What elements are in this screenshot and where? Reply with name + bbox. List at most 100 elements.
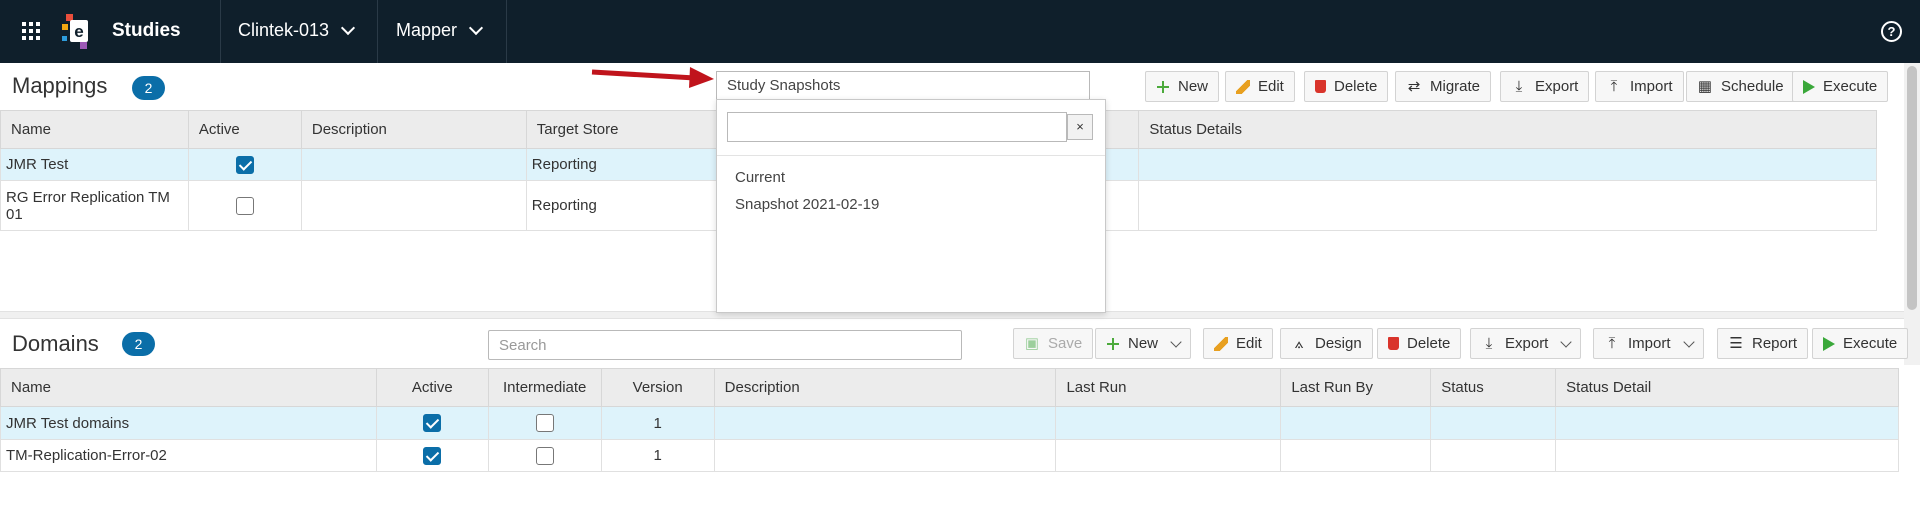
domain-status (1430, 439, 1557, 472)
chevron-down-icon (340, 20, 356, 35)
mapping-description (300, 148, 527, 181)
column-header[interactable]: Description (300, 110, 527, 149)
column-header[interactable]: Description (713, 368, 1057, 407)
app-logo: e (62, 14, 88, 49)
upload-icon: ⤒ (1608, 334, 1616, 352)
domains-export-button[interactable]: ⤓ Export (1470, 328, 1582, 359)
button-label: Edit (1258, 78, 1284, 95)
mappings-migrate-button[interactable]: ⇄ Migrate (1395, 71, 1492, 102)
mappings-delete-button[interactable]: Delete (1304, 71, 1389, 102)
swap-icon: ⇄ (1407, 77, 1421, 95)
chevron-down-icon (468, 20, 484, 35)
button-label: Migrate (1430, 78, 1481, 95)
play-icon (1823, 336, 1835, 351)
help-icon[interactable]: ? (1881, 21, 1902, 42)
snapshot-search-input[interactable] (727, 112, 1067, 142)
nav-divider (377, 0, 378, 63)
column-header[interactable]: Name (0, 368, 377, 407)
domain-last-run (1055, 406, 1282, 440)
domain-version-link[interactable]: 1 (600, 439, 715, 472)
mapping-name: RG Error Replication TM 01 (0, 180, 189, 231)
domains-design-button[interactable]: ⟑ Design (1280, 328, 1373, 359)
mappings-export-button[interactable]: ⤓ Export (1500, 71, 1590, 102)
domain-name: TM-Replication-Error-02 (0, 439, 377, 472)
column-header[interactable]: Intermediate (487, 368, 602, 407)
mappings-execute-button[interactable]: Execute (1792, 71, 1889, 102)
domains-new-button[interactable]: New (1095, 328, 1192, 359)
compass-icon: ⟑ (1294, 334, 1304, 352)
column-header[interactable]: Last Run (1055, 368, 1282, 407)
column-header[interactable]: Last Run By (1280, 368, 1432, 407)
snapshot-option-current[interactable]: Current (735, 169, 785, 186)
column-header[interactable]: Name (0, 110, 189, 149)
button-label: Delete (1334, 78, 1378, 95)
button-label: Execute (1823, 78, 1878, 95)
pencil-icon (1214, 336, 1228, 351)
study-dropdown-label: Clintek-013 (238, 20, 330, 40)
nav-divider (506, 0, 507, 63)
domains-delete-button[interactable]: Delete (1377, 328, 1462, 359)
snapshot-dropdown-popup: × Current Snapshot 2021-02-19 (716, 99, 1106, 313)
column-header[interactable]: Active (187, 110, 302, 149)
column-header[interactable]: Active (375, 368, 489, 407)
active-checkbox[interactable] (235, 196, 254, 215)
domain-status-detail (1555, 439, 1899, 472)
study-snapshots-select[interactable]: Study Snapshots (716, 71, 1090, 101)
column-header[interactable]: Status Details (1138, 110, 1877, 149)
trash-icon (1315, 80, 1326, 93)
button-label: Schedule (1721, 78, 1784, 95)
mappings-import-button[interactable]: ⤒ Import (1595, 71, 1684, 102)
domain-description (713, 439, 1057, 472)
scrollbar-thumb[interactable] (1907, 66, 1917, 310)
button-label: Save (1048, 335, 1083, 352)
intermediate-checkbox[interactable] (535, 446, 554, 465)
domains-search-input[interactable] (488, 330, 962, 360)
column-header[interactable]: Version (600, 368, 715, 407)
chevron-down-icon (1560, 335, 1573, 348)
chevron-down-icon (1682, 335, 1695, 348)
mappings-schedule-button[interactable]: ▦ Schedule (1686, 71, 1795, 102)
top-navigation-bar: e Studies Clintek-013 Mapper ? (0, 0, 1920, 63)
column-header[interactable]: Status (1430, 368, 1557, 407)
button-label: Execute (1843, 335, 1898, 352)
mapping-status-details (1138, 180, 1877, 231)
mapping-description (300, 180, 527, 231)
domains-execute-button[interactable]: Execute (1812, 328, 1909, 359)
active-checkbox[interactable] (423, 414, 442, 433)
list-icon: ☰ (1729, 334, 1743, 352)
mappings-count-badge: 2 (132, 76, 165, 100)
mappings-new-button[interactable]: New (1145, 71, 1220, 102)
snapshot-option-2021-02-19[interactable]: Snapshot 2021-02-19 (735, 196, 879, 213)
domain-description (713, 406, 1057, 440)
module-dropdown[interactable]: Mapper (396, 20, 484, 41)
popup-divider (717, 155, 1105, 156)
plus-icon (1106, 337, 1120, 351)
domain-status-detail (1555, 406, 1899, 440)
intermediate-checkbox[interactable] (535, 414, 554, 433)
domains-table: Name Active Intermediate Version Descrip… (0, 368, 1899, 472)
mapping-status-details (1138, 148, 1877, 181)
close-icon[interactable]: × (1067, 114, 1093, 140)
table-row[interactable]: TM-Replication-Error-02 1 (0, 439, 1899, 472)
button-label: Design (1315, 335, 1362, 352)
domain-version-link[interactable]: 1 (600, 406, 715, 440)
pencil-icon (1236, 79, 1250, 94)
domains-edit-button[interactable]: Edit (1203, 328, 1273, 359)
upload-icon: ⤒ (1610, 77, 1618, 95)
study-dropdown[interactable]: Clintek-013 (238, 20, 356, 41)
domains-import-button[interactable]: ⤒ Import (1593, 328, 1704, 359)
domains-count-badge: 2 (122, 332, 155, 356)
domain-last-run (1055, 439, 1282, 472)
domains-save-button[interactable]: ▣ Save (1013, 328, 1094, 359)
nav-divider (220, 0, 221, 63)
button-label: Delete (1407, 335, 1451, 352)
button-label: Import (1630, 78, 1673, 95)
chevron-down-icon (1170, 335, 1182, 348)
active-checkbox[interactable] (235, 155, 254, 174)
active-checkbox[interactable] (423, 446, 442, 465)
table-row[interactable]: JMR Test domains 1 (0, 406, 1899, 440)
column-header[interactable]: Status Detail (1555, 368, 1899, 407)
domains-report-button[interactable]: ☰ Report (1717, 328, 1809, 359)
app-grid-icon[interactable] (22, 22, 40, 40)
mappings-edit-button[interactable]: Edit (1225, 71, 1295, 102)
